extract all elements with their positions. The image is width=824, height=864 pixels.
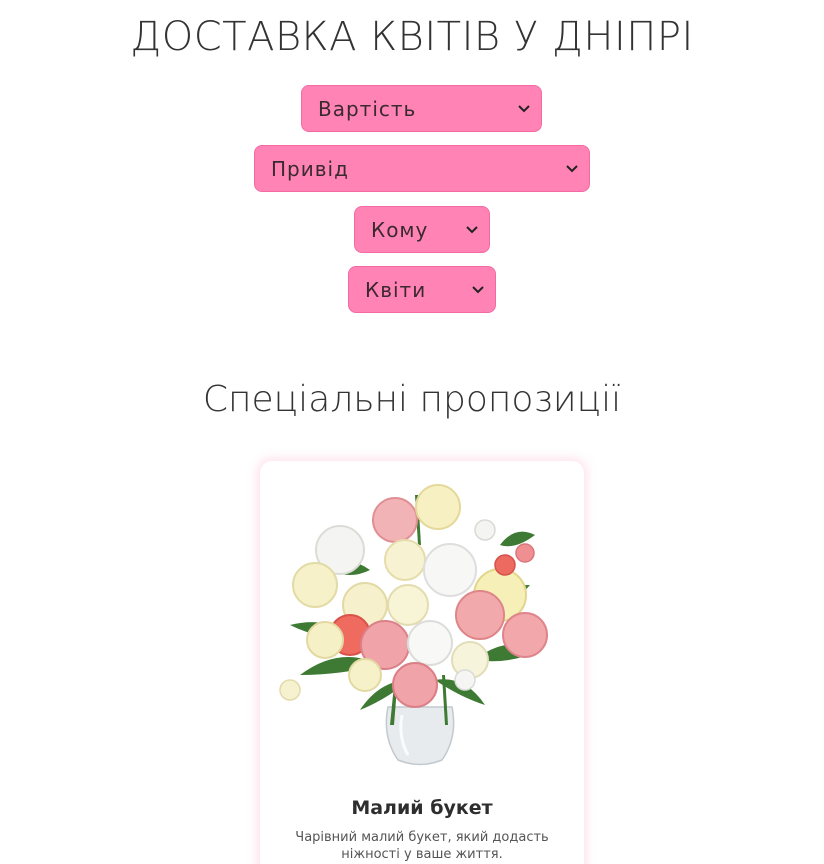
- cost-select[interactable]: Вартість: [301, 85, 542, 132]
- flowers-select[interactable]: Квіти: [348, 266, 496, 313]
- recipient-select-value: Кому: [371, 217, 429, 242]
- bouquet-image: [279, 484, 548, 766]
- cost-select-value: Вартість: [318, 96, 417, 121]
- recipient-select[interactable]: Кому: [354, 206, 490, 253]
- card-description: Чарівний малий букет, який додасть ніжно…: [295, 830, 549, 862]
- flowers-select-value: Квіти: [365, 277, 427, 302]
- chevron-down-icon: [517, 102, 531, 116]
- reason-select[interactable]: Привід: [254, 145, 590, 192]
- chevron-down-icon: [465, 223, 479, 237]
- page: ДОСТАВКА КВІТІВ У ДНІПРІ Вартість Привід…: [0, 0, 824, 864]
- chevron-down-icon: [565, 162, 579, 176]
- reason-select-value: Привід: [271, 156, 349, 181]
- card-title: Малий букет: [351, 797, 493, 819]
- product-card[interactable]: Малий букет Чарівний малий букет, який д…: [260, 461, 584, 864]
- special-offers-title: Спеціальні пропозиції: [202, 379, 622, 420]
- page-title: ДОСТАВКА КВІТІВ У ДНІПРІ: [130, 14, 694, 60]
- chevron-down-icon: [471, 283, 485, 297]
